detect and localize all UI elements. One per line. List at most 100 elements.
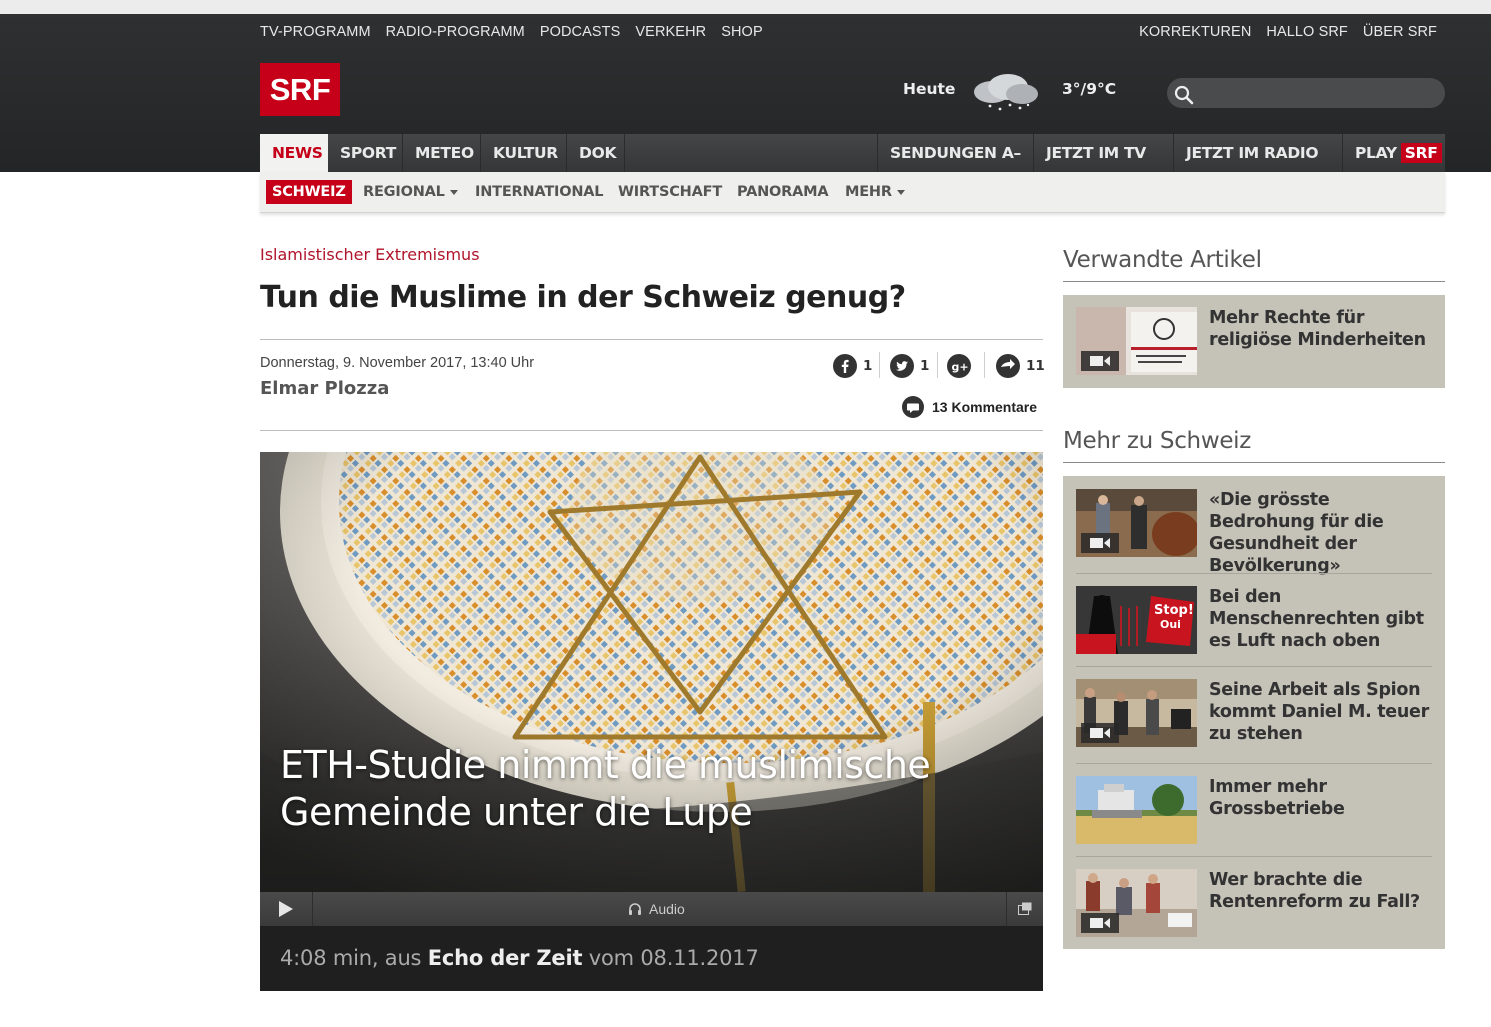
more-item[interactable]: Immer mehr Grossbetriebe (1076, 776, 1432, 844)
thumbnail (1076, 776, 1197, 844)
play-label: PLAY (1355, 144, 1397, 162)
utility-nav-left: TV-PROGRAMM RADIO-PROGRAMM PODCASTS VERK… (260, 24, 763, 40)
more-box: «Die grösste Bedrohung für die Gesundhei… (1063, 476, 1445, 949)
related-item[interactable]: Mehr Rechte für religiöse Minderheiten (1076, 307, 1432, 375)
article-author[interactable]: Elmar Plozza (260, 378, 389, 399)
weather-label: Heute (903, 80, 956, 98)
divider (1076, 573, 1432, 574)
hero-headline: ETH-Studie nimmt die muslimische Gemeind… (280, 743, 931, 834)
subnav-regional-label: REGIONAL (363, 184, 445, 200)
nav-kultur[interactable]: KULTUR (481, 134, 567, 172)
divider (1076, 666, 1432, 667)
play-icon (279, 901, 293, 917)
util-link-verkehr[interactable]: VERKEHR (635, 24, 706, 40)
caret-down-icon (449, 189, 458, 195)
play-button[interactable] (260, 892, 313, 926)
play-srf-badge: SRF (1400, 143, 1442, 163)
subnav-panorama[interactable]: PANORAMA (737, 172, 829, 212)
more-item[interactable]: Seine Arbeit als Spion kommt Daniel M. t… (1076, 679, 1432, 747)
subnav-regional[interactable]: REGIONAL (363, 172, 458, 212)
popout-icon (1018, 902, 1032, 915)
nav-meteo[interactable]: METEO (403, 134, 481, 172)
divider (879, 352, 880, 378)
share-icon (996, 354, 1020, 378)
weather-temperature: 3°/9°C (1062, 80, 1117, 98)
divider (1063, 462, 1445, 463)
comments-count: 13 Kommentare (932, 399, 1038, 415)
util-link-ueber-srf[interactable]: ÜBER SRF (1363, 24, 1437, 40)
facebook-icon (833, 354, 857, 378)
thumbnail: Stop! Oui (1076, 586, 1197, 654)
video-camera-icon (1090, 356, 1110, 366)
audio-player: Audio (260, 892, 1043, 926)
video-badge (1081, 351, 1119, 371)
divider (260, 339, 1043, 340)
share-facebook-button[interactable]: 1 (833, 353, 872, 379)
twitter-count: 1 (920, 358, 930, 374)
browser-top-strip (0, 0, 1491, 14)
caption-date: vom 08.11.2017 (582, 946, 759, 970)
video-camera-icon (1090, 538, 1110, 548)
sub-nav: SCHWEIZ REGIONAL INTERNATIONAL WIRTSCHAF… (260, 172, 1445, 213)
nav-jetzt-im-tv[interactable]: JETZT IM TV ﹀ (1034, 134, 1174, 200)
subnav-schweiz[interactable]: SCHWEIZ (266, 180, 352, 204)
subnav-mehr[interactable]: MEHR (845, 172, 905, 212)
main-nav: NEWS SPORT METEO KULTUR DOK SENDUNGEN A–… (260, 134, 1445, 200)
divider (1076, 856, 1432, 857)
nav-sport[interactable]: SPORT (328, 134, 403, 172)
more-item[interactable]: «Die grösste Bedrohung für die Gesundhei… (1076, 489, 1432, 576)
related-heading: Verwandte Artikel (1063, 247, 1262, 273)
hero-media[interactable]: ETH-Studie nimmt die muslimische Gemeind… (260, 452, 1043, 991)
popout-button[interactable] (1006, 892, 1043, 926)
share-total-count: 11 (1026, 358, 1045, 374)
article-title: Tun die Muslime in der Schweiz genug? (260, 280, 906, 315)
util-link-hallo-srf[interactable]: HALLO SRF (1266, 24, 1347, 40)
caption-duration: 4:08 min, aus (280, 946, 428, 970)
search-icon (1174, 85, 1194, 105)
video-camera-icon (1090, 918, 1110, 928)
more-item-title: Wer brachte die Rentenreform zu Fall? (1209, 870, 1420, 912)
share-total-button[interactable]: 11 (996, 353, 1045, 379)
article-kicker[interactable]: Islamistischer Extremismus (260, 245, 480, 264)
facebook-count: 1 (863, 358, 873, 374)
headphones-icon (629, 903, 641, 915)
more-item-title: Immer mehr Grossbetriebe (1209, 777, 1345, 819)
share-google-plus-button[interactable]: g+ (947, 353, 977, 379)
nav-jetzt-im-radio[interactable]: JETZT IM RADIO ﹀ (1174, 134, 1343, 200)
more-item-title: «Die grösste Bedrohung für die Gesundhei… (1209, 490, 1384, 576)
nav-dok[interactable]: DOK (567, 134, 625, 172)
util-link-korrekturen[interactable]: KORREKTUREN (1139, 24, 1251, 40)
share-twitter-button[interactable]: 1 (890, 353, 929, 379)
video-badge (1081, 533, 1119, 553)
search-input[interactable] (1167, 78, 1445, 108)
nav-news[interactable]: NEWS (260, 134, 328, 172)
caption-show-link[interactable]: Echo der Zeit (428, 946, 583, 970)
related-item-title: Mehr Rechte für religiöse Minderheiten (1209, 308, 1426, 350)
util-link-tv-programm[interactable]: TV-PROGRAMM (260, 24, 371, 40)
divider (937, 352, 938, 378)
more-item-title: Seine Arbeit als Spion kommt Daniel M. t… (1209, 680, 1429, 744)
cloud-snow-icon (974, 74, 1038, 111)
subnav-international[interactable]: INTERNATIONAL (475, 172, 604, 212)
video-badge (1081, 913, 1119, 933)
nav-play-srf[interactable]: PLAY SRF (1343, 134, 1445, 172)
util-link-radio-programm[interactable]: RADIO-PROGRAMM (386, 24, 525, 40)
subnav-wirtschaft[interactable]: WIRTSCHAFT (618, 172, 722, 212)
more-heading: Mehr zu Schweiz (1063, 428, 1252, 454)
related-box: Mehr Rechte für religiöse Minderheiten (1063, 295, 1445, 388)
comment-icon (902, 396, 924, 418)
util-link-shop[interactable]: SHOP (721, 24, 763, 40)
media-caption: 4:08 min, aus Echo der Zeit vom 08.11.20… (260, 926, 1043, 991)
thumbnail-image: Stop!Oui (1076, 586, 1197, 654)
divider (1063, 281, 1445, 282)
video-camera-icon (1090, 728, 1110, 738)
srf-logo[interactable]: SRF (260, 63, 340, 116)
nav-sendungen-a-z[interactable]: SENDUNGEN A–Z (877, 134, 1034, 200)
comments-link[interactable]: 13 Kommentare (902, 396, 1037, 418)
divider (1076, 763, 1432, 764)
article-date: Donnerstag, 9. November 2017, 13:40 Uhr (260, 355, 535, 371)
more-item[interactable]: Wer brachte die Rentenreform zu Fall? (1076, 869, 1432, 937)
more-item[interactable]: Stop! Oui Bei den Menschenrechten gibt es… (1076, 586, 1432, 654)
util-link-podcasts[interactable]: PODCASTS (540, 24, 621, 40)
utility-nav-right: KORREKTUREN HALLO SRF ÜBER SRF (1139, 24, 1437, 40)
